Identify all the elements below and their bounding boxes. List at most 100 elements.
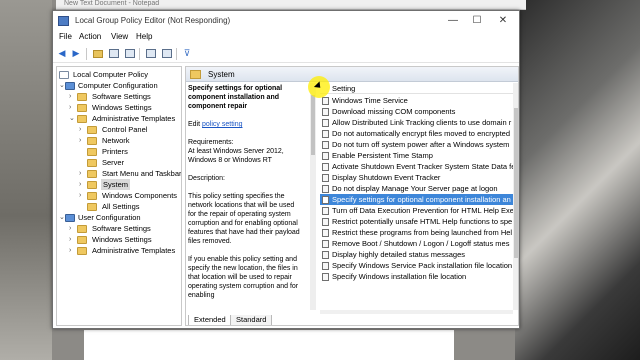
folder-icon [87, 192, 97, 200]
computer-icon [65, 82, 75, 90]
setting-row[interactable]: Restrict potentially unsafe HTML Help fu… [320, 216, 513, 227]
chevron-right-icon[interactable]: › [79, 179, 87, 190]
notepad-window-behind: New Text Document - Notepad [56, 0, 526, 10]
column-header-setting[interactable]: Setting [320, 83, 513, 94]
filter-icon[interactable]: ⊽ [180, 47, 194, 60]
settings-list-scrollbar[interactable] [513, 83, 518, 310]
notepad-title: New Text Document - Notepad [64, 0, 160, 7]
setting-row[interactable]: Turn off Data Execution Prevention for H… [320, 205, 513, 216]
description-paragraph-1: This policy setting specifies the networ… [188, 193, 300, 245]
scrollbar-thumb[interactable] [311, 95, 315, 155]
description-paragraph-2: If you enable this policy setting and sp… [188, 256, 299, 299]
scrollbar-thumb[interactable] [514, 108, 518, 258]
setting-row[interactable]: Specify Windows installation file locati… [320, 271, 513, 282]
maximize-button[interactable]: ☐ [469, 14, 485, 28]
up-folder-icon[interactable] [91, 47, 105, 60]
setting-label: Specify Windows Service Pack installatio… [332, 261, 513, 270]
chevron-right-icon[interactable]: › [69, 223, 77, 234]
folder-icon [77, 104, 87, 112]
chevron-right-icon[interactable]: › [69, 234, 77, 245]
chevron-down-icon[interactable]: ⌄ [69, 113, 77, 124]
policy-setting-icon [322, 207, 329, 215]
setting-label: Specify settings for optional component … [332, 195, 511, 204]
menu-view[interactable]: View [111, 32, 128, 41]
setting-row[interactable]: Enable Persistent Time Stamp [320, 150, 513, 161]
back-arrow-icon[interactable]: ◀ [55, 47, 69, 60]
description-scrollbar[interactable] [310, 83, 316, 310]
setting-row[interactable]: Do not automatically encrypt files moved… [320, 128, 513, 139]
toolbar-separator [139, 48, 140, 60]
close-button[interactable]: ✕ [495, 14, 511, 28]
setting-row[interactable]: Do not turn off system power after a Win… [320, 139, 513, 150]
settings-list: Setting Windows Time Service Download mis… [320, 83, 513, 310]
description-label: Description: [188, 175, 225, 182]
setting-row[interactable]: Restrict these programs from being launc… [320, 227, 513, 238]
export-list-icon[interactable] [123, 47, 137, 60]
setting-label: Do not display Manage Your Server page a… [332, 184, 498, 193]
edit-policy-setting-link[interactable]: policy setting [202, 121, 242, 128]
chevron-right-icon[interactable]: › [79, 135, 87, 146]
tab-standard[interactable]: Standard [230, 315, 273, 325]
chevron-right-icon[interactable]: › [79, 190, 87, 201]
policy-setting-icon [322, 174, 329, 182]
setting-row[interactable]: Download missing COM components [320, 106, 513, 117]
setting-row[interactable]: Specify Windows Service Pack installatio… [320, 260, 513, 271]
setting-row[interactable]: Specify settings for optional component … [320, 194, 513, 205]
setting-label: Do not automatically encrypt files moved… [332, 129, 511, 138]
policy-setting-icon [322, 262, 329, 270]
menu-file[interactable]: File [59, 32, 72, 41]
folder-icon [87, 159, 97, 167]
tab-extended[interactable]: Extended [188, 315, 232, 325]
show-hide-tree-icon[interactable] [107, 47, 121, 60]
folder-icon [77, 115, 87, 123]
forward-arrow-icon[interactable]: ▶ [69, 47, 83, 60]
group-policy-editor-window: Local Group Policy Editor (Not Respondin… [52, 10, 520, 329]
policy-tree: Local Computer Policy ⌄ Computer Configu… [56, 66, 182, 326]
help-icon[interactable] [144, 47, 158, 60]
chevron-right-icon[interactable]: › [69, 245, 77, 256]
window-title: Local Group Policy Editor (Not Respondin… [75, 16, 231, 25]
toolbar: ◀ ▶ ⊽ [53, 45, 519, 63]
folder-icon [77, 247, 87, 255]
setting-label: Display highly detailed status messages [332, 250, 465, 259]
view-tabs: Extended Standard [186, 314, 518, 325]
setting-row[interactable]: Remove Boot / Shutdown / Logon / Logoff … [320, 238, 513, 249]
chevron-right-icon[interactable]: › [69, 91, 77, 102]
policy-setting-icon [322, 185, 329, 193]
setting-label: Activate Shutdown Event Tracker System S… [332, 162, 513, 171]
title-bar[interactable]: Local Group Policy Editor (Not Respondin… [53, 11, 519, 31]
edit-prefix: Edit [188, 121, 203, 128]
folder-icon [87, 181, 97, 189]
policy-description-panel: Specify settings for optional component … [188, 84, 306, 309]
folder-icon [87, 137, 97, 145]
setting-label: Do not turn off system power after a Win… [332, 140, 510, 149]
policy-setting-icon [322, 141, 329, 149]
chevron-right-icon[interactable]: › [79, 168, 87, 179]
setting-row[interactable]: Allow Distributed Link Tracking clients … [320, 117, 513, 128]
details-pane: System Specify settings for optional com… [185, 66, 519, 326]
properties-icon[interactable] [160, 47, 174, 60]
policy-setting-icon [322, 218, 329, 226]
gpedit-app-icon [58, 16, 69, 26]
setting-label: Windows Time Service [332, 96, 408, 105]
setting-row[interactable]: Activate Shutdown Event Tracker System S… [320, 161, 513, 172]
details-header: System [186, 67, 518, 82]
setting-label: Turn off Data Execution Prevention for H… [332, 206, 513, 215]
chevron-right-icon[interactable]: › [69, 102, 77, 113]
minimize-button[interactable]: — [445, 14, 461, 28]
setting-row[interactable]: Display highly detailed status messages [320, 249, 513, 260]
requirements-text: At least Windows Server 2012, Windows 8 … [188, 148, 284, 164]
setting-row[interactable]: Do not display Manage Your Server page a… [320, 183, 513, 194]
menu-help[interactable]: Help [136, 32, 152, 41]
policy-setting-icon [322, 240, 329, 248]
chevron-right-icon[interactable]: › [79, 124, 87, 135]
policy-setting-icon [322, 108, 329, 116]
setting-row[interactable]: Display Shutdown Event Tracker [320, 172, 513, 183]
folder-icon [87, 126, 97, 134]
folder-icon [77, 225, 87, 233]
menu-action[interactable]: Action [79, 32, 101, 41]
policy-setting-icon [322, 196, 329, 204]
policy-doc-icon [59, 71, 69, 79]
policy-setting-icon [322, 273, 329, 281]
setting-row[interactable]: Windows Time Service [320, 95, 513, 106]
